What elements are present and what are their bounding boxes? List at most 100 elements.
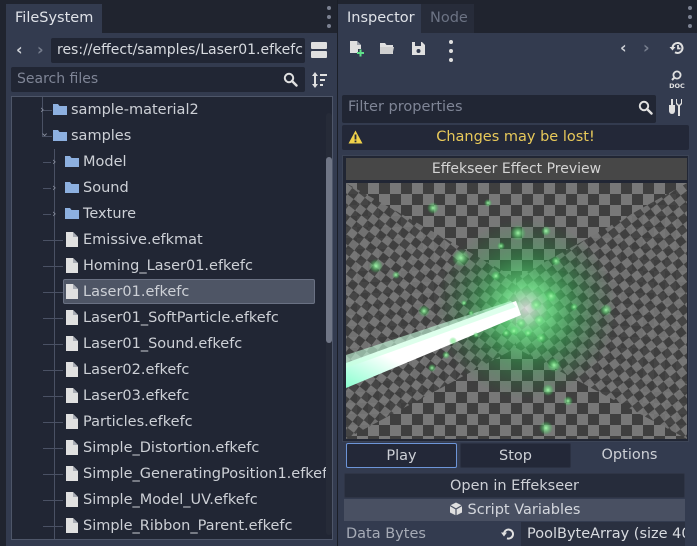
tree-guide-line (43, 474, 63, 475)
new-resource-icon[interactable] (349, 40, 364, 57)
property-value[interactable]: PoolByteArray (size 400 (521, 522, 685, 546)
tree-item-homing-laser01-efkefc[interactable]: Homing_Laser01.efkefc (12, 253, 322, 279)
inspector-dock-menu-icon[interactable] (687, 6, 693, 28)
open-docs-icon[interactable]: DOC (667, 69, 687, 89)
particle (473, 332, 479, 338)
particle (510, 225, 526, 241)
particle (449, 337, 457, 345)
folder-icon (65, 156, 79, 167)
tree-item-sound[interactable]: › Sound (12, 175, 322, 201)
particle (452, 249, 470, 267)
tree-scrollbar-thumb[interactable] (326, 157, 332, 343)
search-icon (638, 100, 653, 115)
path-field[interactable]: res://effect/samples/Laser01.efkefc (51, 38, 305, 63)
tree-item-laser01-sound-efkefc[interactable]: Laser01_Sound.efkefc (12, 331, 322, 357)
tree-guide-line (43, 422, 63, 423)
tree-guide-line (43, 396, 63, 397)
file-icon (66, 310, 78, 325)
split-mode-toggle-icon[interactable] (311, 42, 327, 58)
history-forward-button[interactable]: › (643, 38, 650, 58)
section-label: Script Variables (467, 502, 581, 518)
folder-icon (53, 130, 67, 141)
particle (497, 242, 505, 250)
collapsed-arrow-icon[interactable]: › (52, 149, 56, 175)
tree-item-label: Sound (83, 180, 129, 196)
tree-item-label: sample-material2 (71, 102, 199, 118)
tab-inspector[interactable]: Inspector (338, 4, 424, 33)
forward-button[interactable]: › (37, 40, 44, 60)
open-folder-icon[interactable] (379, 41, 395, 55)
tree-item-texture[interactable]: › Texture (12, 201, 322, 227)
tree-item-label: Laser01_SoftParticle.efkefc (83, 310, 279, 326)
particle (524, 329, 532, 337)
particle (545, 290, 557, 302)
file-icon (66, 466, 78, 481)
tree-item-simple-model-uv-efkefc[interactable]: Simple_Model_UV.efkefc (12, 487, 322, 513)
back-button[interactable]: ‹ (16, 40, 23, 60)
tab-node[interactable]: Node (421, 4, 474, 33)
tree-item-model[interactable]: › Model (12, 149, 322, 175)
tree-item-sample-material2[interactable]: › sample-material2 (12, 97, 322, 123)
particle (516, 318, 526, 328)
options-button[interactable]: Options (574, 443, 685, 468)
tree-item-particles-efkefc[interactable]: Particles.efkefc (12, 409, 322, 435)
history-icon[interactable] (669, 40, 685, 56)
expanded-arrow-icon[interactable]: ⌄ (40, 120, 49, 146)
file-icon (66, 258, 78, 273)
tree-guide-line (43, 188, 51, 189)
property-tools-icon[interactable] (669, 99, 683, 116)
particle (418, 305, 430, 317)
filesystem-tabbar: FileSystem (0, 0, 338, 33)
save-icon[interactable] (411, 41, 426, 56)
tree-item-simple-distortion-efkefc[interactable]: Simple_Distortion.efkefc (12, 435, 322, 461)
search-files-input[interactable]: Search files (11, 67, 305, 92)
tree-item-label: Laser01.efkefc (83, 284, 190, 300)
tree-item-laser03-efkefc[interactable]: Laser03.efkefc (12, 383, 322, 409)
filter-properties-input[interactable]: Filter properties (342, 95, 656, 120)
collapsed-arrow-icon[interactable]: › (52, 201, 56, 227)
stop-button[interactable]: Stop (460, 443, 571, 468)
tree-item-samples[interactable]: ⌄ samples (12, 123, 322, 149)
tab-filesystem[interactable]: FileSystem (6, 4, 103, 33)
more-options-icon[interactable] (448, 40, 454, 62)
tree-guide-line (43, 448, 63, 449)
tree-item-label: Particles.efkefc (83, 414, 193, 430)
tree-item-simple-generatingposition1-efkefc[interactable]: Simple_GeneratingPosition1.efkefc (12, 461, 332, 487)
particle (547, 358, 561, 372)
effect-preview-viewport[interactable] (346, 183, 687, 439)
sort-icon[interactable] (311, 71, 327, 89)
tree-item-label: Texture (83, 206, 137, 222)
tree-item-laser02-efkefc[interactable]: Laser02.efkefc (12, 357, 322, 383)
tree-guide-line (43, 292, 63, 293)
history-back-button[interactable]: ‹ (620, 38, 627, 58)
file-icon (66, 388, 78, 403)
tree-guide-line (43, 526, 63, 527)
particle (534, 315, 544, 325)
folder-icon (53, 104, 67, 115)
collapsed-arrow-icon[interactable]: › (52, 175, 56, 201)
tree-item-emissive-efkmat[interactable]: Emissive.efkmat (12, 227, 322, 253)
script-variables-section[interactable]: Script Variables (344, 499, 685, 521)
folder-icon (65, 182, 79, 193)
particle (539, 421, 553, 435)
script-cube-icon (449, 502, 462, 516)
tree-item-simple-ribbon-parent-efkefc[interactable]: Simple_Ribbon_Parent.efkefc (12, 513, 322, 539)
filesystem-dock-menu-icon[interactable] (326, 6, 332, 28)
file-icon (66, 492, 78, 507)
open-in-effekseer-button[interactable]: Open in Effekseer (344, 473, 685, 498)
property-name: Data Bytes (346, 526, 426, 542)
file-icon (66, 336, 78, 351)
tree-guide-line (43, 214, 51, 215)
particle (502, 329, 510, 337)
revert-icon[interactable] (501, 527, 515, 541)
tree-guide-line (43, 370, 63, 371)
preview-title: Effekseer Effect Preview (346, 158, 687, 180)
tree-item-label: Simple_Ribbon_Parent.efkefc (83, 518, 293, 534)
play-button[interactable]: Play (346, 443, 457, 468)
particle (536, 333, 546, 343)
particle (563, 396, 573, 406)
tree-item-laser01-efkefc[interactable]: Laser01.efkefc (12, 279, 322, 305)
search-icon (283, 72, 298, 87)
particle (551, 256, 561, 266)
tree-item-laser01-softparticle-efkefc[interactable]: Laser01_SoftParticle.efkefc (12, 305, 322, 331)
